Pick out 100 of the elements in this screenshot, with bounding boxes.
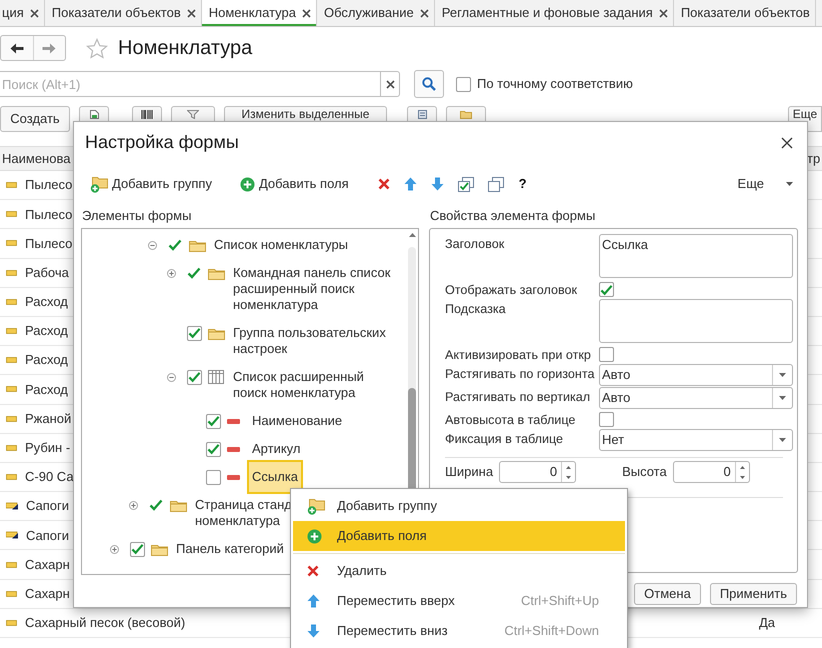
item-icon bbox=[6, 182, 17, 188]
number-field[interactable]: 0 bbox=[672, 461, 750, 483]
table-cell-text: Ржаной bbox=[25, 410, 72, 428]
folder-icon bbox=[170, 498, 187, 512]
menu-item[interactable]: Удалить bbox=[293, 556, 625, 586]
menu-item[interactable]: Добавить поля bbox=[293, 521, 625, 551]
tab-close-icon[interactable] bbox=[658, 8, 668, 18]
cancel-button[interactable]: Отмена bbox=[634, 583, 701, 605]
spin-down-icon bbox=[740, 476, 745, 478]
shortcut-label: Ctrl+Shift+Down bbox=[504, 622, 599, 640]
tab[interactable]: ция bbox=[0, 0, 45, 26]
table-cell-text: Расход bbox=[25, 380, 68, 399]
text-field[interactable]: Ссылка bbox=[599, 234, 793, 278]
dropdown[interactable]: Авто bbox=[599, 364, 793, 386]
checkbox[interactable] bbox=[599, 412, 614, 427]
field-label: Растягивать по вертикал bbox=[445, 389, 592, 405]
tree-item[interactable]: Группа пользовательских настроек bbox=[233, 324, 400, 358]
tick-icon[interactable] bbox=[149, 499, 163, 511]
table-cell-text: Сапоги bbox=[26, 526, 70, 545]
table-cell-text: Расход bbox=[25, 351, 68, 370]
text-field[interactable] bbox=[599, 299, 793, 343]
tab-close-icon[interactable] bbox=[302, 8, 311, 18]
field-label: Высота bbox=[622, 463, 667, 482]
field-label: Отображать заголовок bbox=[445, 282, 578, 298]
field-label: Автовысота в таблице bbox=[445, 412, 576, 428]
more-button[interactable]: Еще bbox=[734, 174, 797, 194]
filter-icon bbox=[187, 110, 199, 119]
expander-icon[interactable] bbox=[148, 240, 157, 250]
apply-button[interactable]: Применить bbox=[710, 583, 797, 605]
tab-close-icon[interactable] bbox=[186, 8, 196, 18]
checkbox[interactable] bbox=[206, 414, 220, 428]
arrow-left-icon bbox=[10, 42, 24, 54]
add-fields-button[interactable]: Добавить поля bbox=[236, 174, 353, 194]
caret-icon bbox=[779, 438, 786, 442]
checkbox[interactable] bbox=[456, 76, 471, 92]
tree-item[interactable]: Наименование bbox=[252, 412, 342, 430]
folder-icon bbox=[460, 110, 472, 119]
check-all-icon bbox=[458, 176, 474, 192]
table-cell-text: Сахарный песок (весовой) bbox=[25, 614, 186, 632]
checkbox[interactable] bbox=[206, 470, 220, 484]
scroll-up-icon[interactable] bbox=[408, 233, 416, 237]
checkbox[interactable] bbox=[130, 542, 144, 556]
tree-item[interactable]: Список расширенный поиск номенклатура bbox=[233, 368, 400, 402]
table-cell-text: Рабоча bbox=[25, 264, 69, 282]
spin-up-icon bbox=[566, 466, 572, 468]
menu-item[interactable]: Добавить группу bbox=[293, 491, 625, 521]
column-header[interactable]: тр bbox=[805, 148, 822, 168]
field-label: Активизировать при откр bbox=[445, 347, 592, 363]
item-icon bbox=[6, 211, 17, 218]
tab[interactable]: Показатели объектов bbox=[674, 0, 816, 26]
expander-icon[interactable] bbox=[167, 268, 176, 278]
search-field[interactable]: Поиск (Alt+1) bbox=[0, 71, 380, 97]
dropdown[interactable]: Авто bbox=[599, 387, 793, 409]
spin-up-icon bbox=[740, 466, 745, 468]
item-icon bbox=[6, 386, 17, 392]
clear-button[interactable] bbox=[380, 71, 400, 97]
check-icon bbox=[188, 327, 200, 339]
check-icon bbox=[206, 443, 220, 455]
expander-icon[interactable] bbox=[110, 544, 119, 554]
tab[interactable]: Номенклатура bbox=[202, 0, 317, 26]
menu-item[interactable]: Переместить вверх Ctrl+Shift+Up bbox=[293, 586, 625, 616]
tree-item[interactable]: Панель категорий bbox=[176, 540, 284, 558]
tree-item[interactable]: Артикул bbox=[252, 440, 300, 458]
tick-icon[interactable] bbox=[187, 267, 201, 279]
barcode-icon bbox=[141, 110, 153, 119]
number-field[interactable]: 0 bbox=[499, 461, 576, 483]
expander-icon[interactable] bbox=[167, 372, 176, 382]
tree-item[interactable]: Список номенклатуры bbox=[214, 236, 348, 254]
star-icon[interactable] bbox=[86, 38, 108, 58]
document-icon bbox=[90, 110, 98, 119]
checkbox[interactable] bbox=[186, 326, 202, 340]
tab-close-icon[interactable] bbox=[30, 8, 39, 18]
tree-item[interactable]: Ссылка bbox=[249, 462, 302, 492]
checkbox[interactable] bbox=[206, 442, 220, 456]
checkbox[interactable] bbox=[186, 370, 202, 384]
caret-icon[interactable] bbox=[786, 182, 793, 186]
tab[interactable]: Обслуживание bbox=[316, 0, 435, 26]
checkbox[interactable] bbox=[599, 347, 614, 362]
close-icon[interactable] bbox=[781, 137, 793, 149]
tab-close-icon[interactable] bbox=[420, 8, 429, 18]
search-button[interactable] bbox=[414, 70, 444, 98]
tab[interactable]: Регламентные и фоновые задания bbox=[434, 0, 674, 26]
shortcut-label: Ctrl+Shift+Up bbox=[520, 592, 599, 610]
dialog-title: Настройка формы bbox=[85, 132, 239, 154]
tree-item[interactable]: Командная панель список расширенный поиск номенклатура bbox=[233, 264, 400, 314]
item-icon bbox=[6, 416, 17, 422]
create-button[interactable]: Создать bbox=[0, 106, 70, 132]
menu-item[interactable]: Переместить вниз Ctrl+Shift+Down bbox=[293, 616, 625, 646]
help-button[interactable]: ? bbox=[514, 174, 531, 194]
item-flag-icon bbox=[6, 531, 18, 540]
table-cell-text: Сахарн bbox=[25, 556, 70, 574]
table-cell-text: Пылесо bbox=[25, 206, 72, 224]
add-group-button[interactable]: Добавить группу bbox=[86, 174, 216, 194]
expander-icon[interactable] bbox=[129, 500, 138, 510]
tick-icon[interactable] bbox=[168, 239, 182, 251]
check-icon bbox=[130, 543, 144, 555]
dropdown[interactable]: Нет bbox=[599, 429, 793, 451]
checkbox[interactable] bbox=[599, 282, 614, 297]
field-label: Подсказка bbox=[445, 301, 507, 317]
item-icon bbox=[6, 562, 17, 568]
